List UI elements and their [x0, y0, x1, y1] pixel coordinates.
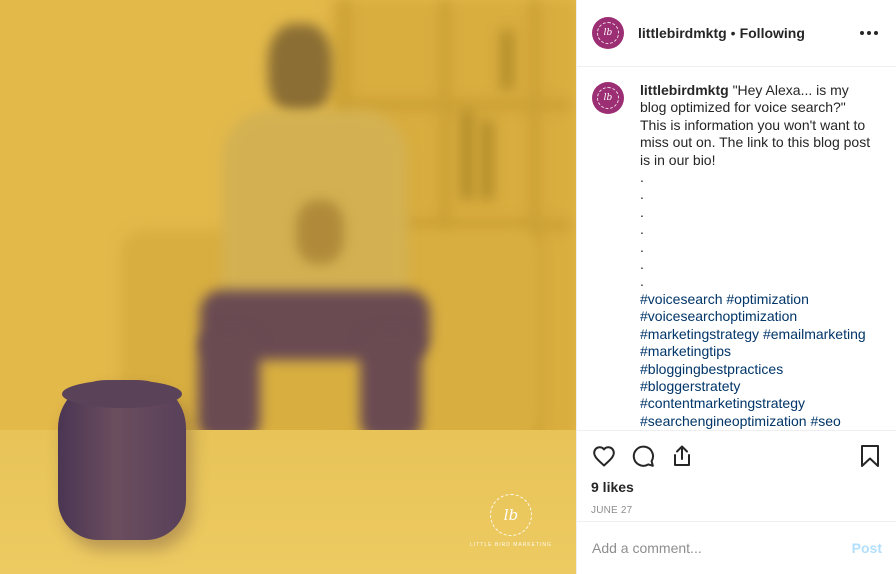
add-comment-bar: Post	[577, 521, 896, 574]
smart-speaker-top	[62, 380, 182, 408]
hashtag-link[interactable]: #voicesearch	[640, 291, 723, 307]
avatar[interactable]: lb	[592, 17, 624, 49]
likes-count[interactable]: 9 likes	[591, 479, 883, 495]
follow-status-button[interactable]: Following	[740, 25, 805, 41]
hashtag-link[interactable]: #marketingstrategy	[640, 326, 759, 342]
avatar-monogram: lb	[597, 87, 619, 109]
caption-dot: .	[640, 203, 644, 220]
header-username[interactable]: littlebirdmktg	[638, 25, 727, 41]
caption-dot: .	[640, 273, 644, 290]
hashtag-link[interactable]: #voicesearchoptimization	[640, 308, 797, 324]
hashtag-link[interactable]: #optimization	[726, 291, 809, 307]
hashtag-link[interactable]: #marketingtips	[640, 343, 731, 359]
shelf-board	[340, 100, 570, 110]
hashtag-link[interactable]: #contentmarketingstrategy	[640, 395, 805, 411]
post-caption: littlebirdmktg "Hey Alexa... is my blog …	[640, 82, 872, 430]
comment-icon[interactable]	[630, 443, 656, 469]
person-leg	[360, 330, 422, 440]
comment-input[interactable]	[592, 540, 852, 556]
action-icon-row	[591, 441, 883, 471]
heart-icon[interactable]	[591, 443, 617, 469]
share-icon[interactable]	[669, 443, 695, 469]
hashtag-list: #voicesearch #optimization #voicesearcho…	[640, 291, 872, 430]
hashtag-link[interactable]: #searchengineoptimization	[640, 413, 807, 429]
person-leg	[198, 330, 260, 440]
post-header: lb littlebirdmktg • Following	[577, 0, 896, 67]
more-options-icon[interactable]	[856, 27, 882, 39]
post-actions: 9 likes JUNE 27	[577, 430, 896, 516]
caption-dot: .	[640, 186, 644, 203]
post-image[interactable]: lb LITTLE BIRD MARKETING	[0, 0, 576, 574]
person-hands	[296, 200, 344, 264]
caption-dot: .	[640, 256, 644, 273]
comments-area[interactable]: lb littlebirdmktg "Hey Alexa... is my bl…	[577, 67, 896, 430]
avatar-monogram: lb	[597, 22, 619, 44]
book	[500, 30, 514, 90]
book	[480, 120, 494, 200]
avatar[interactable]: lb	[592, 82, 624, 114]
hashtag-link[interactable]: #bloggerstratety	[640, 378, 740, 394]
header-separator: •	[730, 25, 736, 41]
brand-watermark: lb LITTLE BIRD MARKETING	[470, 494, 552, 548]
caption-dot: .	[640, 238, 644, 255]
watermark-text: LITTLE BIRD MARKETING	[470, 542, 552, 548]
caption-dot: .	[640, 221, 644, 238]
hashtag-link[interactable]: #seo	[810, 413, 840, 429]
post-date[interactable]: JUNE 27	[591, 505, 883, 516]
caption-dot: .	[640, 169, 644, 186]
post-comment-button[interactable]: Post	[852, 540, 882, 556]
book	[460, 110, 474, 200]
post-sidebar: lb littlebirdmktg • Following lb littleb…	[576, 0, 896, 574]
hashtag-link[interactable]: #bloggingbestpractices	[640, 361, 783, 377]
hashtag-link[interactable]: #emailmarketing	[763, 326, 866, 342]
person-head	[268, 24, 332, 114]
caption-username[interactable]: littlebirdmktg	[640, 82, 729, 98]
watermark-monogram: lb	[490, 494, 532, 536]
caption-dots: . . . . . . .	[640, 169, 872, 291]
bookmark-icon[interactable]	[857, 443, 883, 469]
